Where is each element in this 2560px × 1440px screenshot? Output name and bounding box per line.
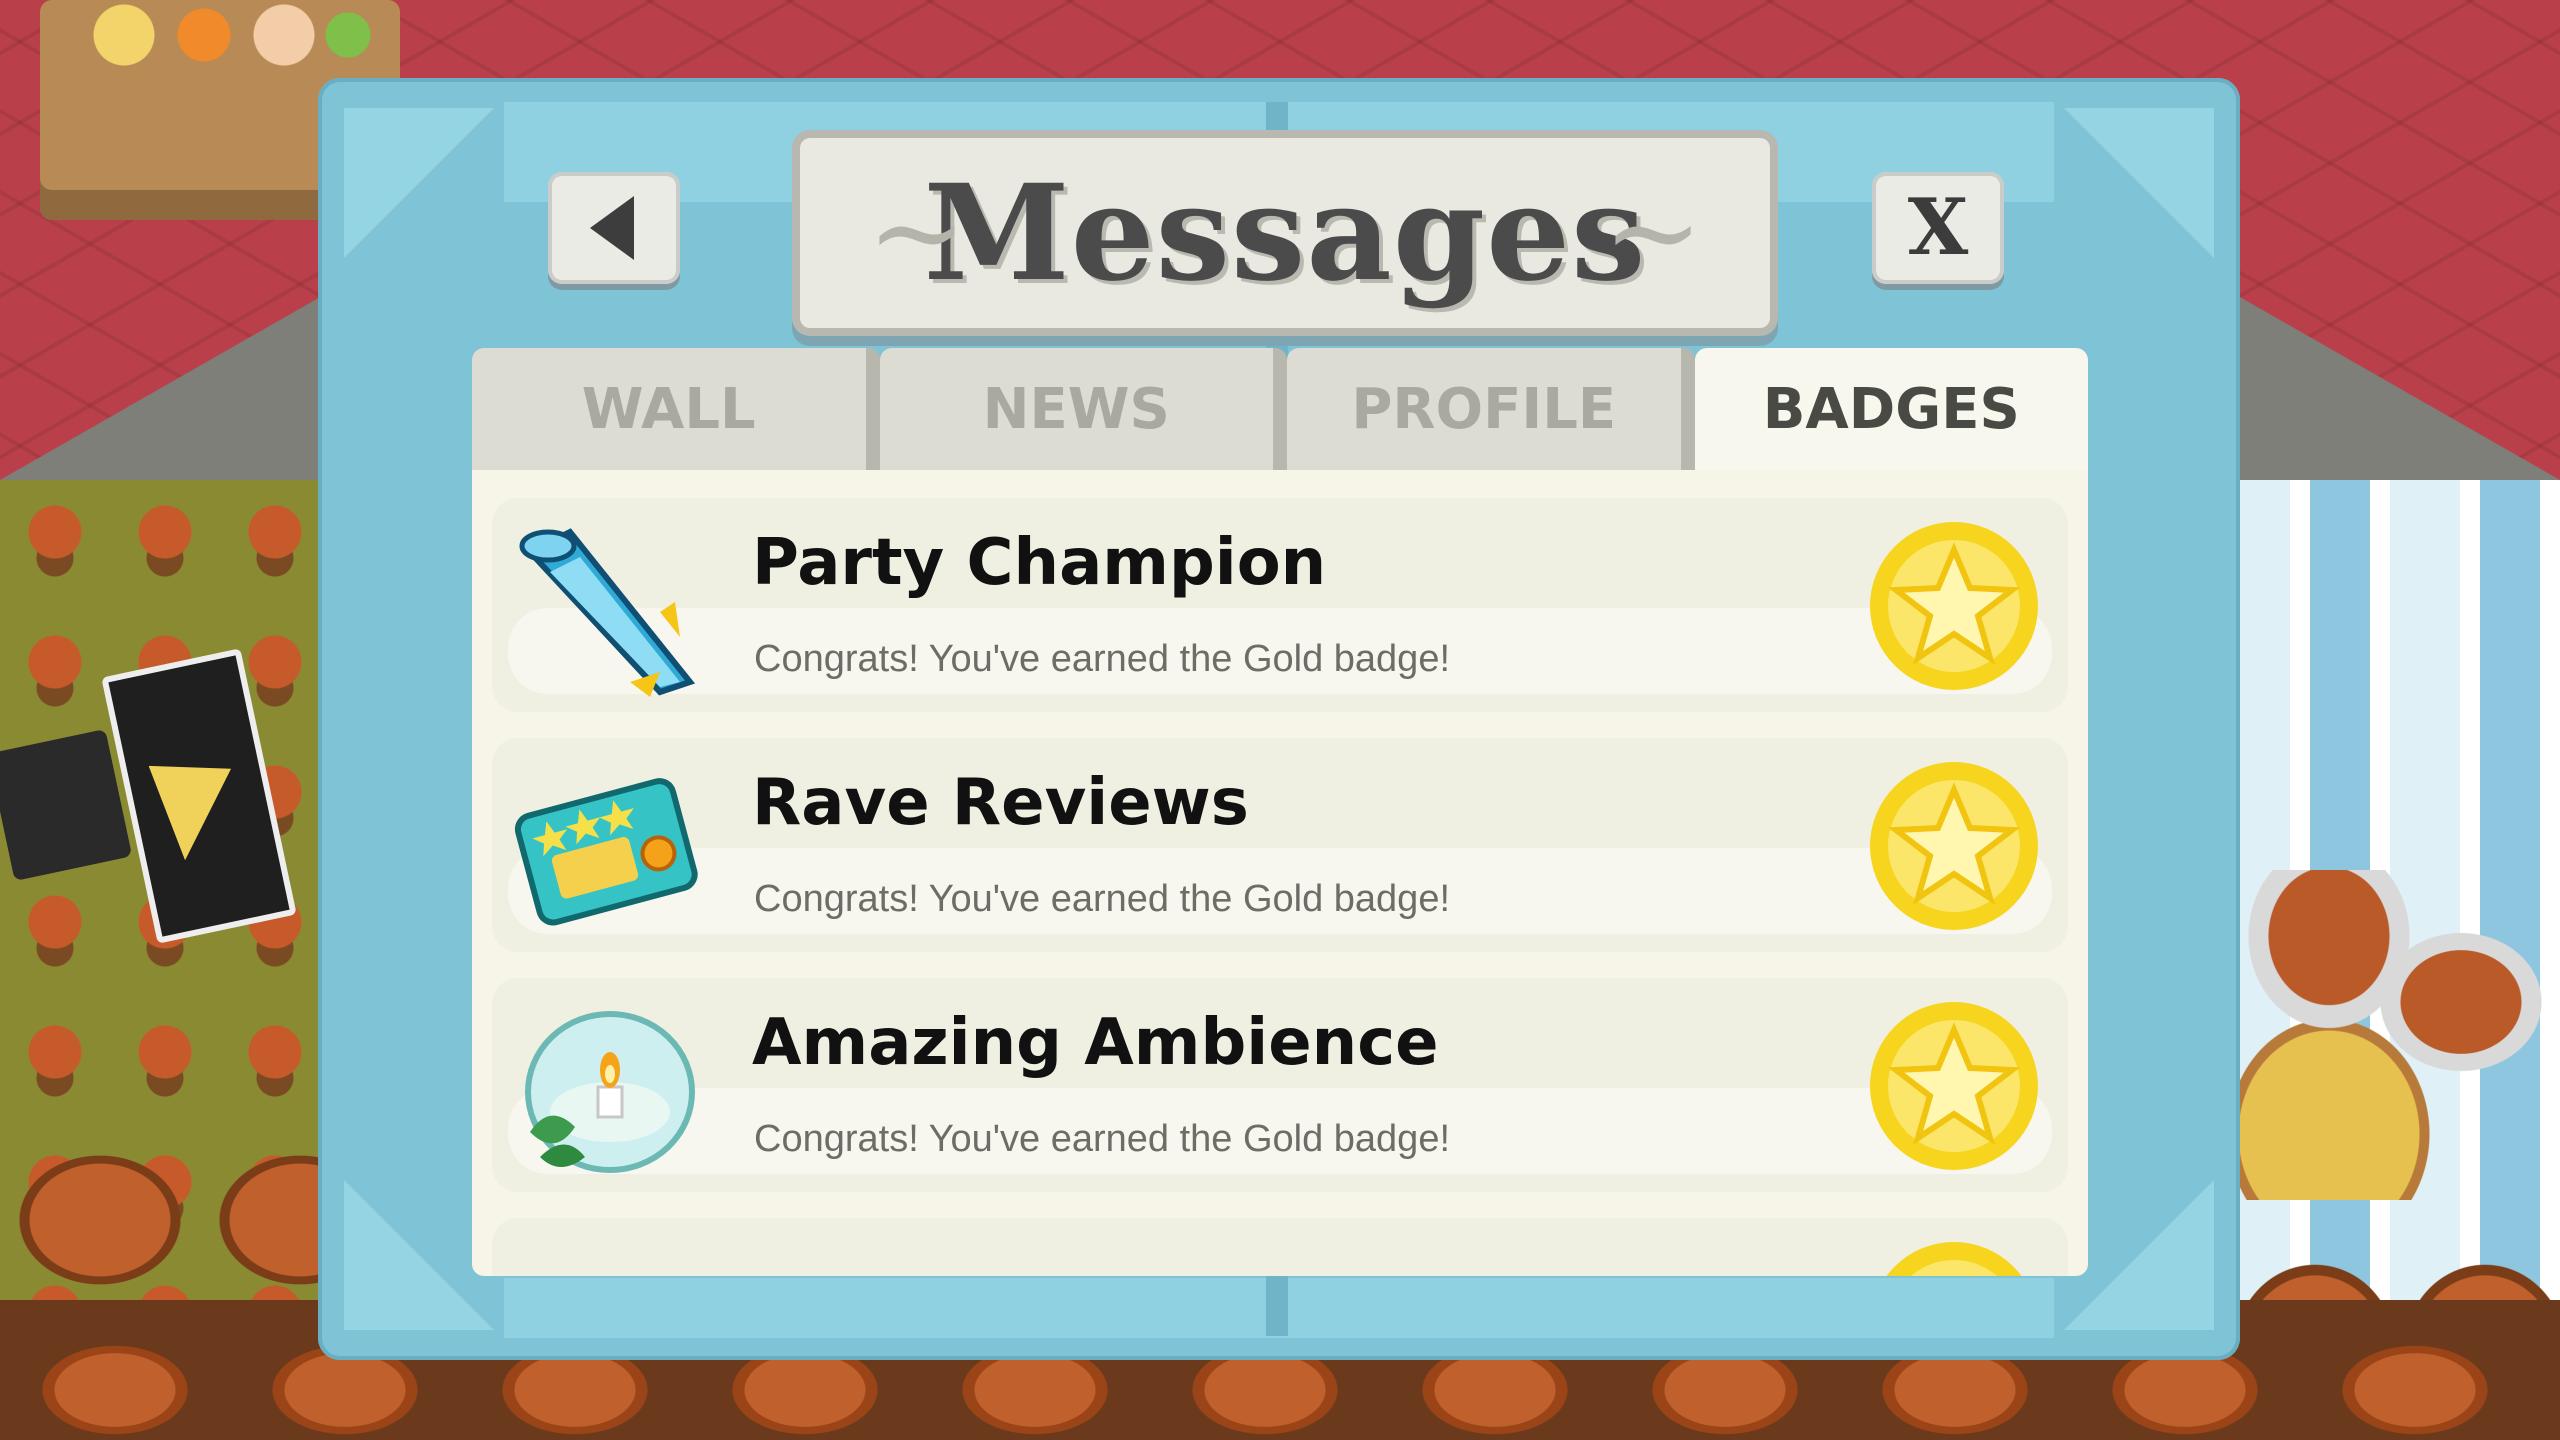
title-plaque: ~ Messages ~	[800, 138, 1770, 328]
badge-title: Amazing Ambience	[752, 1006, 1439, 1080]
close-icon: X	[1907, 182, 1969, 273]
stew-pots	[2230, 870, 2560, 1200]
badge-list-item[interactable]: Rave Reviews Congrats! You've earned the…	[492, 738, 2068, 952]
frame-corner	[344, 108, 494, 258]
gold-star-badge-icon	[1870, 522, 2038, 690]
badge-list-item[interactable]: Amazing Ambience Congrats! You've earned…	[492, 978, 2068, 1192]
close-button[interactable]: X	[1872, 172, 2004, 284]
gold-star-badge-icon	[1870, 762, 2038, 930]
swirl-ornament-icon: ~	[866, 163, 968, 302]
badge-title: Rave Reviews	[752, 766, 1249, 840]
badge-list-item-partial[interactable]	[492, 1218, 2068, 1276]
badge-title: Party Champion	[752, 526, 1327, 600]
frame-corner	[2064, 108, 2214, 258]
dialog-title: Messages	[923, 155, 1647, 311]
turkey-platters-left	[0, 1140, 340, 1300]
party-horn-icon	[519, 528, 696, 697]
tab-badges[interactable]: BADGES	[1694, 348, 2088, 470]
swirl-ornament-icon: ~	[1602, 163, 1704, 302]
badge-message: Congrats! You've earned the Gold badge!	[754, 1118, 1451, 1160]
gold-star-badge-icon	[1886, 1242, 2022, 1276]
gold-star-badge-icon	[1870, 1002, 2038, 1170]
tab-wall[interactable]: WALL	[472, 348, 880, 470]
review-card-icon	[514, 778, 698, 926]
back-arrow-icon	[590, 196, 634, 260]
back-button[interactable]	[548, 172, 680, 284]
tab-news[interactable]: NEWS	[879, 348, 1287, 470]
badge-message: Congrats! You've earned the Gold badge!	[754, 878, 1451, 920]
tab-profile[interactable]: PROFILE	[1287, 348, 1695, 470]
candle-bowl-icon	[525, 1011, 695, 1173]
badge-message: Congrats! You've earned the Gold badge!	[754, 638, 1451, 680]
tab-bar: WALL NEWS PROFILE BADGES	[472, 348, 2088, 470]
badge-list-item[interactable]: Party Champion Congrats! You've earned t…	[492, 498, 2068, 712]
badge-list[interactable]: Party Champion Congrats! You've earned t…	[472, 470, 2088, 1276]
